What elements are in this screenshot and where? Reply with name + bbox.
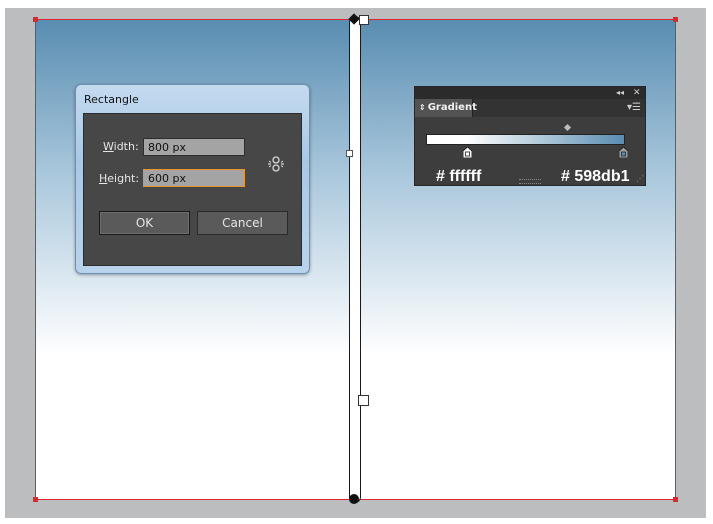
dialog-title: Rectangle	[84, 93, 139, 106]
rectangle-dialog: Rectangle Width: 800 px Height: 600 px O…	[75, 84, 310, 274]
gradient-slider[interactable]	[426, 134, 625, 145]
chain-link-icon[interactable]	[266, 154, 286, 174]
canvas-stage: Rectangle Width: 800 px Height: 600 px O…	[0, 0, 713, 524]
panel-menu-icon[interactable]: ▾☰	[627, 102, 641, 114]
panel-tab-row: ⇕ Gradient ▾☰	[415, 99, 645, 117]
color-stop-right[interactable]	[619, 147, 628, 158]
collapse-icon[interactable]: ◂◂	[616, 87, 624, 99]
stop-left-hex: # ffffff	[436, 168, 482, 185]
gradient-annotator[interactable]	[349, 16, 361, 503]
tab-gradient-label: Gradient	[427, 102, 477, 113]
color-stop-left[interactable]	[463, 147, 472, 158]
close-icon[interactable]: ✕	[633, 87, 641, 99]
height-label-rest: eight:	[107, 172, 140, 185]
cancel-button[interactable]: Cancel	[197, 211, 288, 235]
anchor-top-right[interactable]	[673, 17, 678, 22]
anchor-bottom-left[interactable]	[33, 497, 38, 502]
gradient-panel: ◂◂ ✕ ⇕ Gradient ▾☰ # ffffff # 598db1 ⋰	[414, 86, 646, 186]
height-label: Height:	[99, 172, 139, 185]
gradient-annotator-color-stop[interactable]	[358, 395, 369, 406]
gradient-annotator-top-square[interactable]	[359, 15, 369, 25]
gradient-midpoint-diamond[interactable]	[563, 123, 572, 132]
width-label-rest: idth:	[113, 140, 139, 153]
panel-title-bar[interactable]: ◂◂ ✕	[415, 87, 645, 99]
width-label-accel: W	[103, 140, 114, 153]
stop-right-hex: # 598db1	[561, 168, 630, 185]
tab-gradient[interactable]: ⇕ Gradient	[415, 99, 477, 117]
dialog-body: Width: 800 px Height: 600 px OK Cancel	[83, 113, 302, 266]
width-label: Width:	[103, 140, 139, 153]
anchor-top-left[interactable]	[33, 17, 38, 22]
panel-resize-corner-icon[interactable]: ⋰	[636, 174, 644, 183]
panel-resize-grip[interactable]	[519, 179, 541, 184]
gradient-annotator-origin-circle[interactable]	[349, 494, 359, 504]
gradient-annotator-midpoint[interactable]	[346, 150, 353, 157]
width-input[interactable]: 800 px	[143, 138, 245, 156]
anchor-bottom-right[interactable]	[673, 497, 678, 502]
tab-expand-icon: ⇕	[419, 103, 426, 112]
ok-button[interactable]: OK	[99, 211, 190, 235]
height-input[interactable]: 600 px	[143, 169, 245, 187]
